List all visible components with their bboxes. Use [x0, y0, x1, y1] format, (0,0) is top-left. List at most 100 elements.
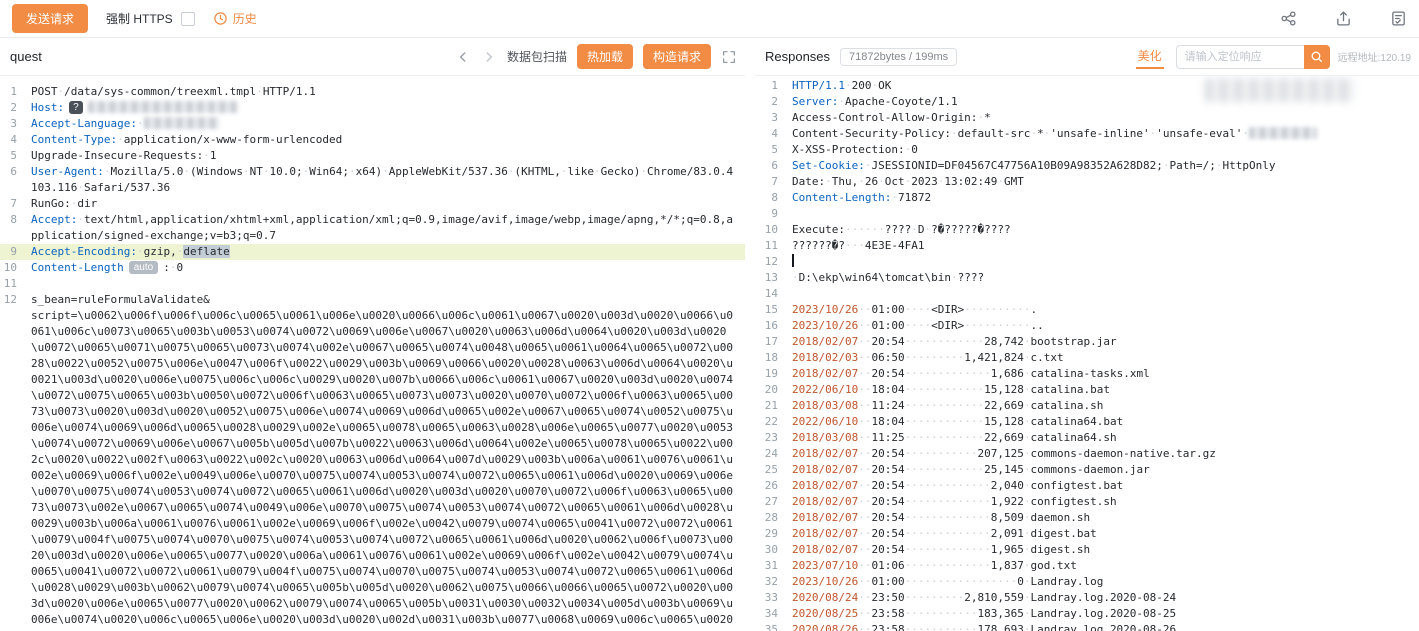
- code-token: ··23:50·········2,810,559·Landray.log.20…: [858, 591, 1176, 604]
- code-text: 2018/02/07··20:54·············1,686·cata…: [789, 366, 1419, 382]
- top-toolbar: 发送请求 强制 HTTPS 历史: [0, 0, 1419, 38]
- code-text: Execute:······????·D·?�?????�????: [789, 222, 1419, 238]
- code-token: ·JSESSIONID=DF04567C47756A10B09A98352A62…: [865, 159, 1276, 172]
- code-token: ··20:54·············1,965·digest.sh: [858, 543, 1090, 556]
- code-token: ·text/html,application/xhtml+xml,applica…: [31, 213, 733, 242]
- line-number: 9: [0, 244, 28, 260]
- hot-reload-button[interactable]: 热加载: [577, 44, 633, 69]
- code-line: 252018/02/07··20:54············25,145·co…: [755, 462, 1419, 478]
- fuzzer-main: quest 数据包扫描 热加载 构造请求 1POST·/data/sys-com…: [0, 38, 1419, 631]
- code-token: ··23:58···········183,365·Landray.log.20…: [858, 607, 1176, 620]
- line-number: 32: [755, 574, 789, 590]
- code-token: 2020/08/26: [792, 623, 858, 631]
- code-token: Host:: [31, 101, 64, 114]
- export-icon[interactable]: [1335, 10, 1352, 27]
- code-text: 2022/06/10··18:04············15,128·cata…: [789, 382, 1419, 398]
- code-text: ??????�?···4E3E-4FA1: [789, 238, 1419, 254]
- code-token: ·71872: [891, 191, 931, 204]
- code-line: 1POST·/data/sys-common/treexml.tmpl·HTTP…: [0, 84, 745, 100]
- code-token: RunGo:·dir: [31, 197, 97, 210]
- build-request-button[interactable]: 构造请求: [643, 44, 711, 69]
- code-token: ·Mozilla/5.0·(Windows·NT·10.0;·Win64;·x6…: [31, 165, 733, 194]
- share-icon[interactable]: [1280, 10, 1297, 27]
- chevron-left-icon[interactable]: [455, 49, 471, 65]
- code-token: script=\u0062\u006f\u006f\u006c\u0065\u0…: [31, 309, 733, 631]
- code-line: 10Content-Lengthauto:·0: [0, 260, 745, 276]
- code-text: X-XSS-Protection:·0: [789, 142, 1419, 158]
- code-text: 2018/02/07··20:54···········207,125·comm…: [789, 446, 1419, 462]
- code-token: 2018/03/08: [792, 431, 858, 444]
- code-text: 2018/02/07··20:54·············2,040·conf…: [789, 478, 1419, 494]
- force-https-option[interactable]: 强制 HTTPS: [106, 10, 195, 27]
- history-button[interactable]: 历史: [213, 10, 257, 27]
- line-number: 16: [755, 318, 789, 334]
- code-text: Content-Lengthauto:·0: [28, 260, 745, 276]
- code-line: 3Access-Control-Allow-Origin:·*: [755, 110, 1419, 126]
- line-number: 29: [755, 526, 789, 542]
- redacted-blur: [144, 117, 219, 129]
- response-search: [1176, 45, 1330, 69]
- code-token: ·gzip,·: [137, 245, 183, 258]
- code-token: Accept:: [31, 213, 77, 226]
- line-number: 25: [755, 462, 789, 478]
- text-cursor: [792, 254, 794, 267]
- force-https-checkbox[interactable]: [181, 12, 195, 26]
- request-panel-header: quest 数据包扫描 热加载 构造请求: [0, 38, 745, 76]
- code-token: ··20:54·············2,040·configtest.bat: [858, 479, 1123, 492]
- beautify-toggle[interactable]: 美化: [1136, 45, 1164, 69]
- fullscreen-icon[interactable]: [721, 49, 737, 65]
- code-text: Accept-Language:·: [28, 116, 745, 132]
- code-text: 2022/06/10··18:04············15,128·cata…: [789, 414, 1419, 430]
- line-number: 6: [0, 164, 28, 196]
- request-editor[interactable]: 1POST·/data/sys-common/treexml.tmpl·HTTP…: [0, 76, 745, 631]
- code-token: ··18:04············15,128·catalina.bat: [858, 383, 1110, 396]
- code-token: 2018/02/07: [792, 479, 858, 492]
- line-number: 13: [755, 270, 789, 286]
- code-line: 2Host:?: [0, 100, 745, 116]
- code-token: 2020/08/24: [792, 591, 858, 604]
- code-token: 2018/02/03: [792, 351, 858, 364]
- code-token: ·Apache-Coyote/1.1: [838, 95, 957, 108]
- code-line: 222022/06/10··18:04············15,128·ca…: [755, 414, 1419, 430]
- code-text: Set-Cookie:·JSESSIONID=DF04567C47756A10B…: [789, 158, 1419, 174]
- code-token: ??????�?···4E3E-4FA1: [792, 239, 924, 252]
- code-token: Access-Control-Allow-Origin:·*: [792, 111, 991, 124]
- redaction-blur: [1205, 78, 1355, 102]
- packet-scan-button[interactable]: 数据包扫描: [507, 48, 567, 65]
- responses-tab-label[interactable]: Responses: [765, 49, 830, 64]
- request-panel: quest 数据包扫描 热加载 构造请求 1POST·/data/sys-com…: [0, 38, 745, 631]
- line-number: 18: [755, 350, 789, 366]
- response-editor[interactable]: 1HTTP/1.1·200·OK2Server:·Apache-Coyote/1…: [755, 76, 1419, 631]
- code-token: s_bean=ruleFormulaValidate&: [31, 293, 210, 306]
- line-number: 21: [755, 398, 789, 414]
- code-token: Accept-Encoding:: [31, 245, 137, 258]
- code-text: 2023/10/26··01:00····<DIR>··········..: [789, 318, 1419, 334]
- code-token: ·200·OK: [845, 79, 891, 92]
- code-line: 342020/08/25··23:58···········183,365·La…: [755, 606, 1419, 622]
- code-token: ··20:54············28,742·bootstrap.jar: [858, 335, 1116, 348]
- code-line: 5X-XSS-Protection:·0: [755, 142, 1419, 158]
- code-token: 2018/02/07: [792, 495, 858, 508]
- response-search-button[interactable]: [1304, 45, 1330, 69]
- response-search-input[interactable]: [1176, 45, 1304, 69]
- code-line: 192018/02/07··20:54·············1,686·ca…: [755, 366, 1419, 382]
- code-token: Date:·Thu,·26·Oct·2023·13:02:49·GMT: [792, 175, 1024, 188]
- request-tab-label[interactable]: quest: [10, 49, 42, 64]
- code-text: Access-Control-Allow-Origin:·*: [789, 110, 1419, 126]
- code-text: [789, 254, 1419, 270]
- chevron-right-icon[interactable]: [481, 49, 497, 65]
- code-text: 2018/02/03··06:50·········1,421,824·c.tx…: [789, 350, 1419, 366]
- code-token: Upgrade-Insecure-Requests:·1: [31, 149, 216, 162]
- line-number: 2: [755, 94, 789, 110]
- code-text: 2023/10/26··01:00·················0·Land…: [789, 574, 1419, 590]
- code-line: 14: [755, 286, 1419, 302]
- send-request-button[interactable]: 发送请求: [12, 4, 88, 33]
- code-line: 3Accept-Language:·: [0, 116, 745, 132]
- code-token: ·D:\ekp\win64\tomcat\bin·????: [792, 271, 984, 284]
- code-text: Date:·Thu,·26·Oct·2023·13:02:49·GMT: [789, 174, 1419, 190]
- code-token: ··06:50·········1,421,824·c.txt: [858, 351, 1063, 364]
- code-token: 2018/02/07: [792, 447, 858, 460]
- checklist-icon[interactable]: [1390, 10, 1407, 27]
- force-https-label: 强制 HTTPS: [106, 10, 173, 27]
- code-text: 2018/02/07··20:54·············1,922·conf…: [789, 494, 1419, 510]
